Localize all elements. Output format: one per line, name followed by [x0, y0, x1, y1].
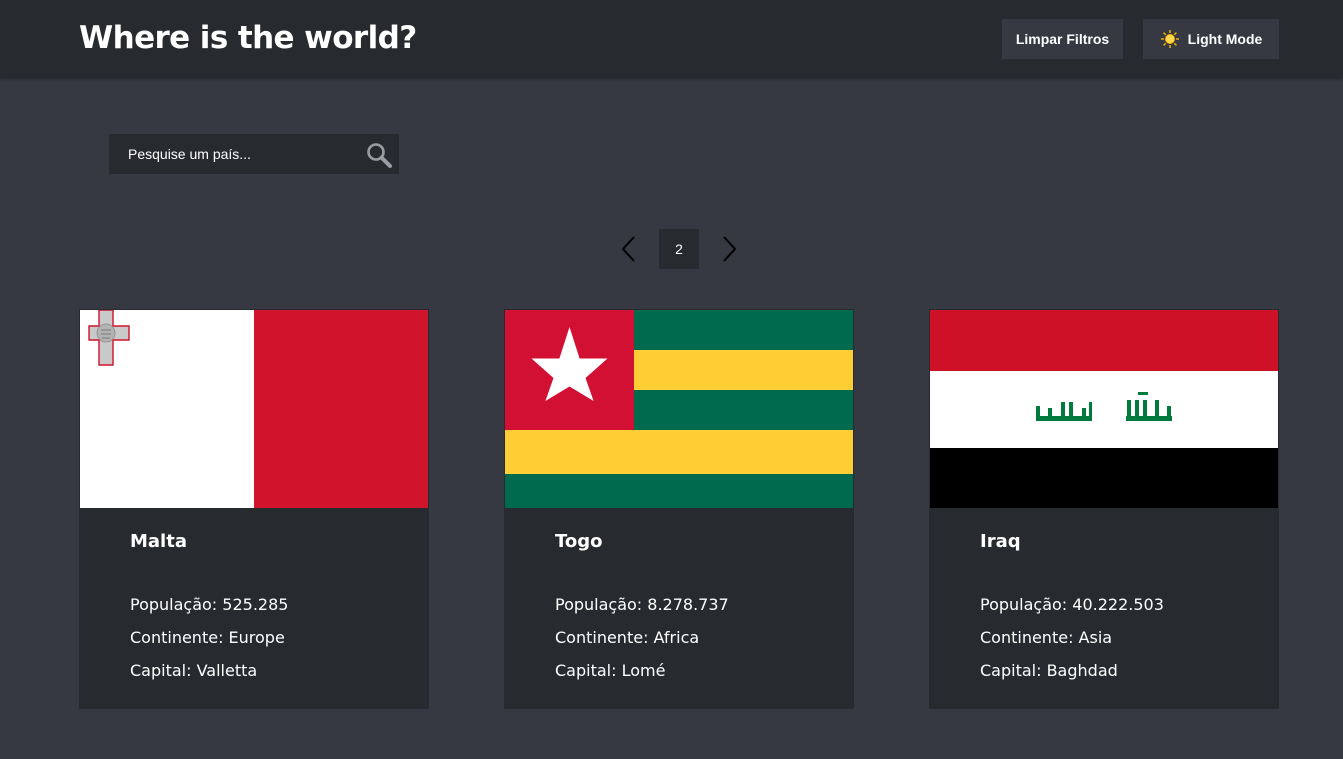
clear-filters-button[interactable]: Limpar Filtros: [1002, 19, 1123, 59]
country-name: Togo: [555, 531, 603, 552]
country-capital: Capital: Valletta: [130, 661, 258, 680]
current-page-indicator: 2: [659, 229, 699, 269]
search-bar: [109, 134, 399, 174]
country-card[interactable]: Togo População: 8.278.737 Continente: Af…: [504, 309, 854, 709]
country-card[interactable]: Iraq População: 40.222.503 Continente: A…: [929, 309, 1279, 709]
country-population: População: 40.222.503: [980, 595, 1164, 614]
theme-toggle-button[interactable]: Light Mode: [1143, 19, 1279, 59]
country-name: Malta: [130, 531, 187, 552]
iraq-flag: [930, 310, 1278, 508]
app-header: Where is the world? Limpar Filtros Light…: [0, 0, 1343, 78]
country-capital: Capital: Lomé: [555, 661, 666, 680]
theme-toggle-label: Light Mode: [1187, 31, 1263, 47]
country-population: População: 8.278.737: [555, 595, 729, 614]
app-title: Where is the world?: [79, 20, 417, 56]
country-continent: Continente: Africa: [555, 628, 700, 647]
togo-flag: [505, 310, 853, 508]
search-icon[interactable]: [365, 141, 393, 169]
malta-flag: [80, 310, 428, 508]
search-input[interactable]: [109, 134, 359, 174]
country-capital: Capital: Baghdad: [980, 661, 1118, 680]
sun-icon: [1160, 29, 1180, 49]
chevron-right-icon[interactable]: [718, 234, 742, 264]
country-population: População: 525.285: [130, 595, 289, 614]
country-card[interactable]: Malta População: 525.285 Continente: Eur…: [79, 309, 429, 709]
country-name: Iraq: [980, 531, 1021, 552]
chevron-left-icon[interactable]: [616, 234, 640, 264]
country-continent: Continente: Europe: [130, 628, 285, 647]
country-continent: Continente: Asia: [980, 628, 1113, 647]
